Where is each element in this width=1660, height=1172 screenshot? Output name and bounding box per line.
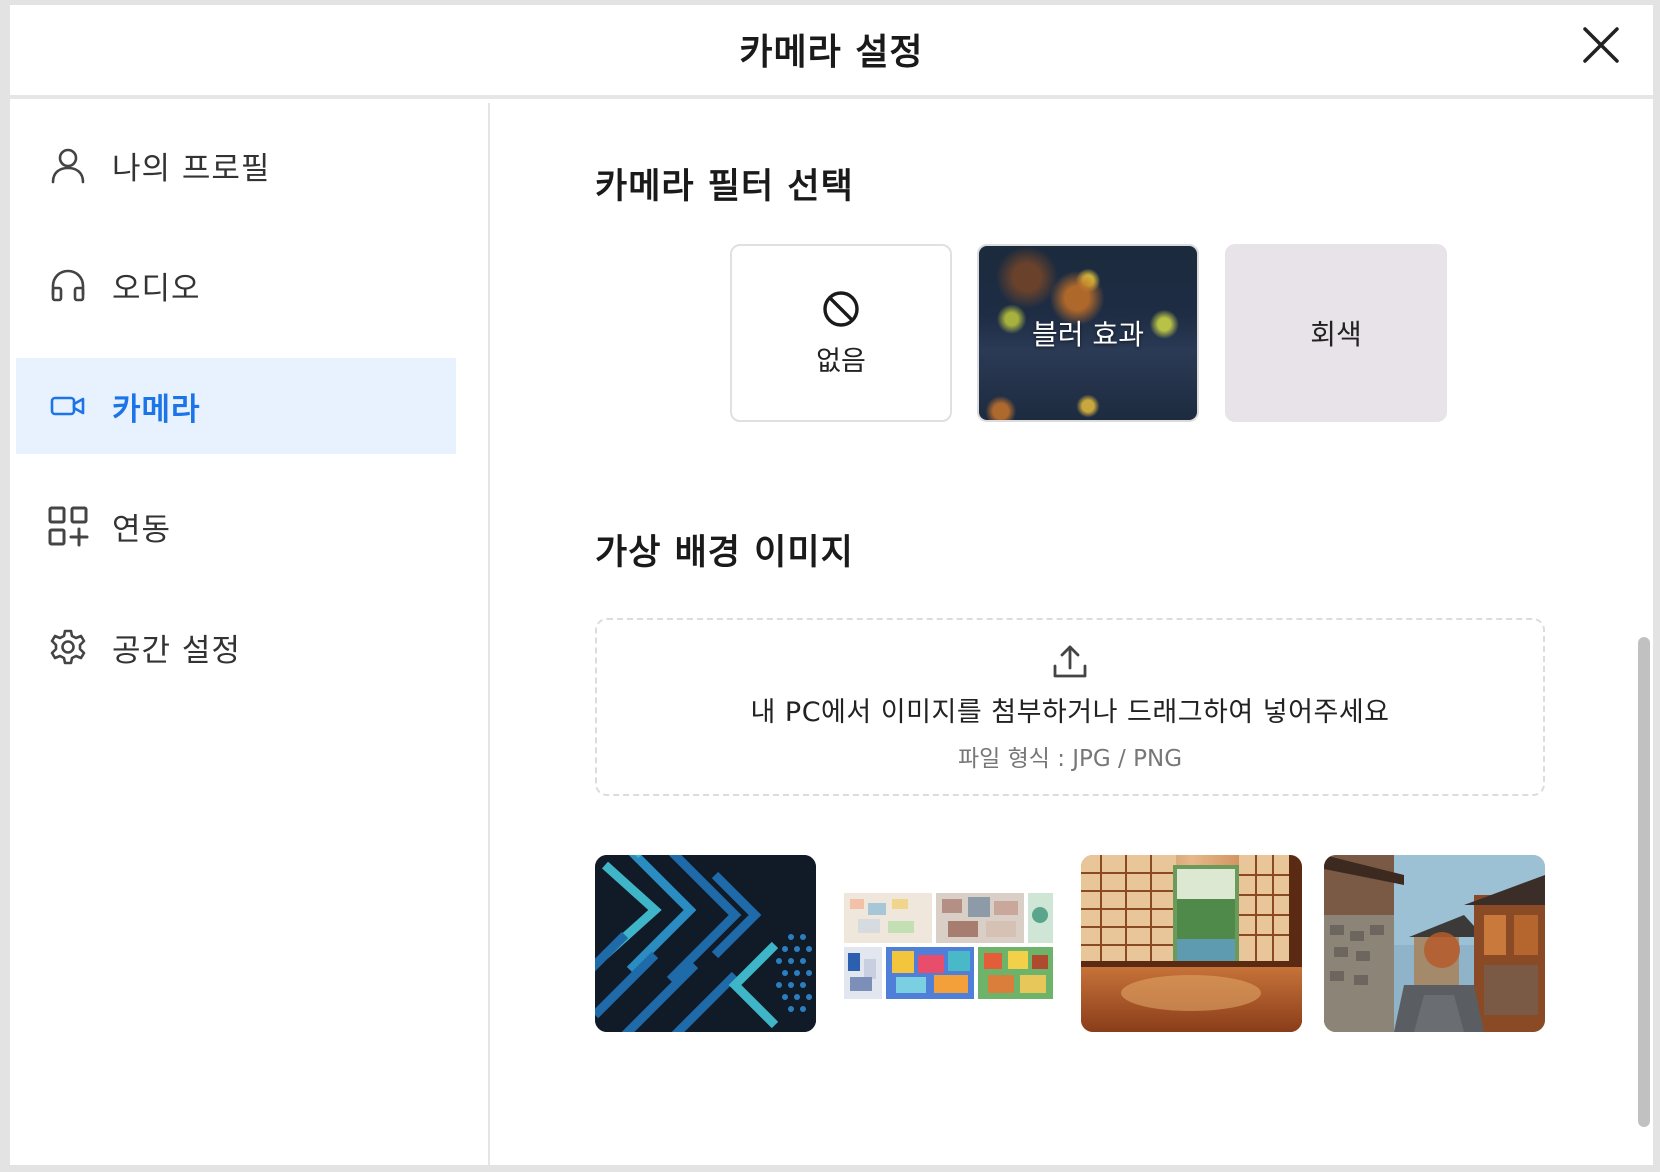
sidebar-item-label: 카메라: [112, 391, 201, 428]
camera-settings-dialog: 카메라 설정 나의 프로필 오디오 카메라 연동 공간 설정 카메라 필터 선택…: [10, 5, 1653, 1165]
upload-instruction: 내 PC에서 이미지를 첨부하거나 드래그하여 넣어주세요: [750, 696, 1390, 728]
background-thumbnail-hanok-room[interactable]: [1081, 855, 1302, 1032]
gear-icon: [46, 625, 90, 669]
filter-option-blur[interactable]: 블러 효과: [977, 244, 1199, 422]
image-upload-dropzone[interactable]: 내 PC에서 이미지를 첨부하거나 드래그하여 넣어주세요 파일 형식 : JP…: [595, 618, 1545, 796]
filter-option-label: 없음: [816, 345, 866, 377]
prohibited-icon: [823, 290, 859, 327]
isometric-city-image: [838, 855, 1059, 1032]
apps-add-icon: [46, 504, 90, 548]
background-thumbnail-geometric[interactable]: [595, 855, 816, 1032]
camera-settings-content: 카메라 필터 선택 없음 블러 효과 회색 가상 배경 이미지 내 PC에서 이…: [490, 103, 1635, 1165]
filter-option-label: 회색: [1310, 318, 1362, 351]
sidebar-item-audio[interactable]: 오디오: [16, 237, 456, 333]
sidebar-item-label: 오디오: [112, 270, 201, 307]
sidebar-item-space-settings[interactable]: 공간 설정: [16, 599, 456, 695]
background-thumbnail-isometric-city[interactable]: [838, 855, 1059, 1032]
hanok-room-image: [1081, 855, 1302, 1032]
geometric-pattern-image: [595, 855, 816, 1032]
filter-option-label: 블러 효과: [1032, 318, 1144, 351]
sidebar-item-label: 공간 설정: [112, 632, 241, 669]
virtual-background-section-title: 가상 배경 이미지: [595, 533, 854, 573]
settings-sidebar: 나의 프로필 오디오 카메라 연동 공간 설정: [10, 103, 490, 1165]
video-camera-icon: [46, 384, 90, 428]
sidebar-item-label: 연동: [112, 511, 172, 548]
hanok-alley-image: [1324, 855, 1545, 1032]
close-icon: [1583, 27, 1619, 63]
filter-section-title: 카메라 필터 선택: [595, 167, 854, 207]
upload-file-formats: 파일 형식 : JPG / PNG: [957, 745, 1183, 772]
dialog-header: 카메라 설정: [10, 5, 1653, 99]
dialog-title: 카메라 설정: [739, 32, 924, 73]
filter-option-gray[interactable]: 회색: [1225, 244, 1447, 422]
sidebar-item-camera[interactable]: 카메라: [16, 358, 456, 454]
user-icon: [46, 143, 90, 187]
headphones-icon: [46, 263, 90, 307]
close-button[interactable]: [1579, 23, 1623, 67]
sidebar-item-profile[interactable]: 나의 프로필: [16, 117, 456, 213]
sidebar-item-label: 나의 프로필: [112, 150, 271, 187]
background-thumbnail-hanok-alley[interactable]: [1324, 855, 1545, 1032]
upload-icon: [1053, 645, 1087, 677]
filter-option-none[interactable]: 없음: [730, 244, 952, 422]
sidebar-item-integration[interactable]: 연동: [16, 478, 456, 574]
scrollbar-thumb[interactable]: [1638, 637, 1650, 1127]
